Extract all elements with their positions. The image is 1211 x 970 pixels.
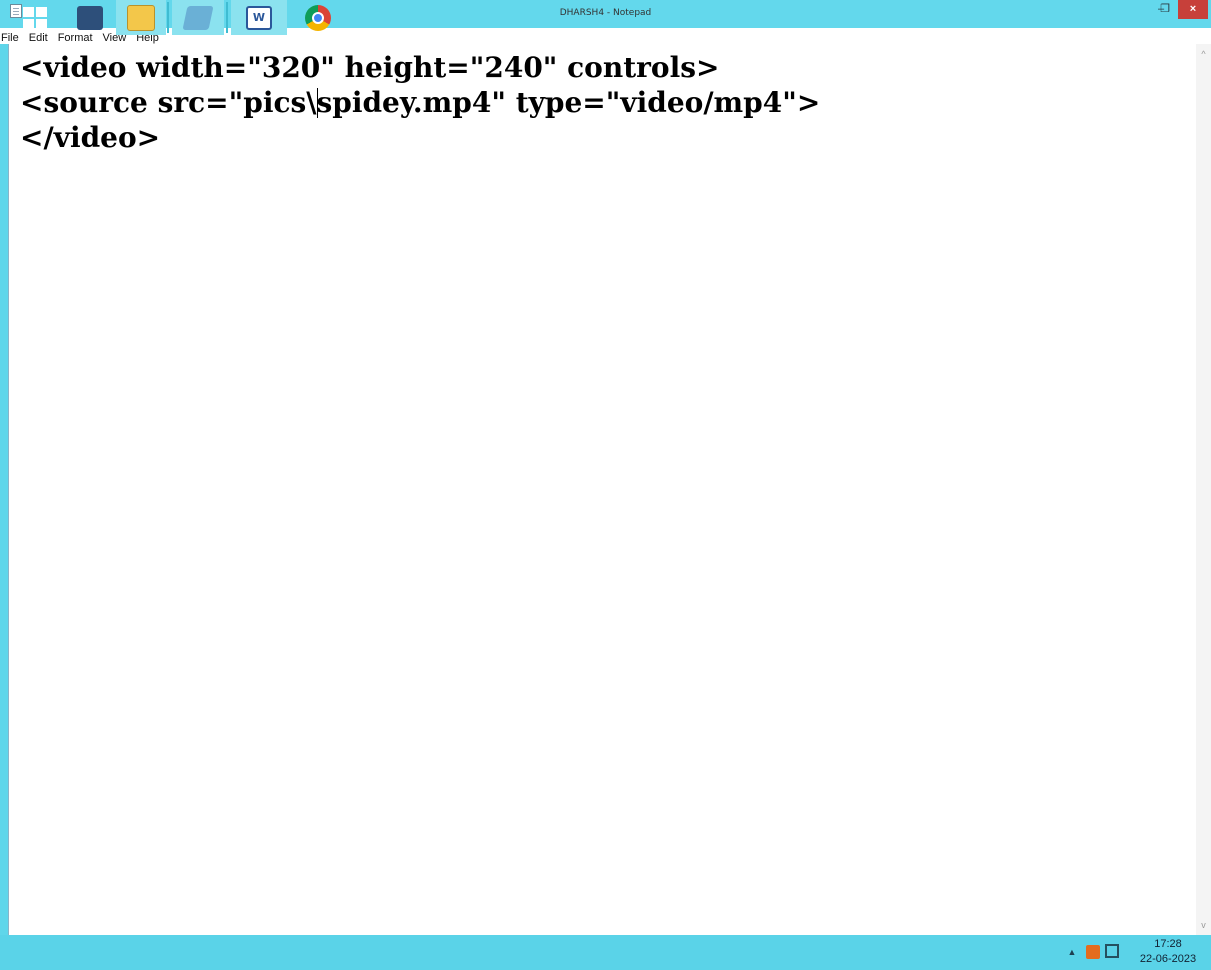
taskbar-word[interactable]: W [231, 0, 287, 35]
java-tray-icon[interactable] [1086, 945, 1100, 959]
editor-line-2-before-caret: <source src="pics\ [20, 86, 317, 119]
show-hidden-icons-button[interactable]: ▲ [1066, 935, 1078, 970]
taskbar-separator [226, 2, 228, 33]
chrome-icon [305, 4, 331, 31]
windows-logo-icon [23, 6, 47, 29]
taskbar-notepad[interactable] [172, 0, 224, 35]
system-clock[interactable]: 17:28 22-06-2023 [1130, 937, 1206, 967]
scroll-up-arrow-icon[interactable]: ^ [1196, 48, 1211, 60]
notepad-icon [182, 5, 214, 30]
taskbar-separator [167, 2, 169, 33]
taskbar-chrome[interactable] [290, 0, 346, 35]
editor-content[interactable]: <video width="320" height="240" controls… [20, 50, 1189, 155]
vertical-scrollbar[interactable]: ^ v [1196, 44, 1211, 935]
word-icon: W [246, 5, 272, 30]
computer-icon [77, 5, 103, 30]
editor-line-1: <video width="320" height="240" controls… [20, 51, 720, 84]
start-button[interactable] [8, 0, 62, 35]
restore-button[interactable]: ❐ [1155, 0, 1175, 19]
clock-time: 17:28 [1154, 938, 1182, 950]
scroll-down-arrow-icon[interactable]: v [1196, 919, 1211, 931]
network-icon[interactable] [1105, 944, 1119, 958]
editor-line-3: </video> [20, 121, 161, 154]
file-explorer-icon [127, 4, 155, 31]
taskbar [0, 935, 1211, 970]
taskbar-computer[interactable] [66, 0, 114, 35]
taskbar-file-explorer[interactable] [116, 0, 166, 35]
text-editor[interactable]: <video width="320" height="240" controls… [8, 44, 1211, 935]
close-button[interactable]: × [1178, 0, 1208, 19]
clock-date: 22-06-2023 [1139, 953, 1197, 965]
editor-line-2-after-caret: spidey.mp4" type="video/mp4"> [316, 86, 821, 119]
editor-line-2: <source src="pics\spidey.mp4" type="vide… [20, 85, 1189, 120]
